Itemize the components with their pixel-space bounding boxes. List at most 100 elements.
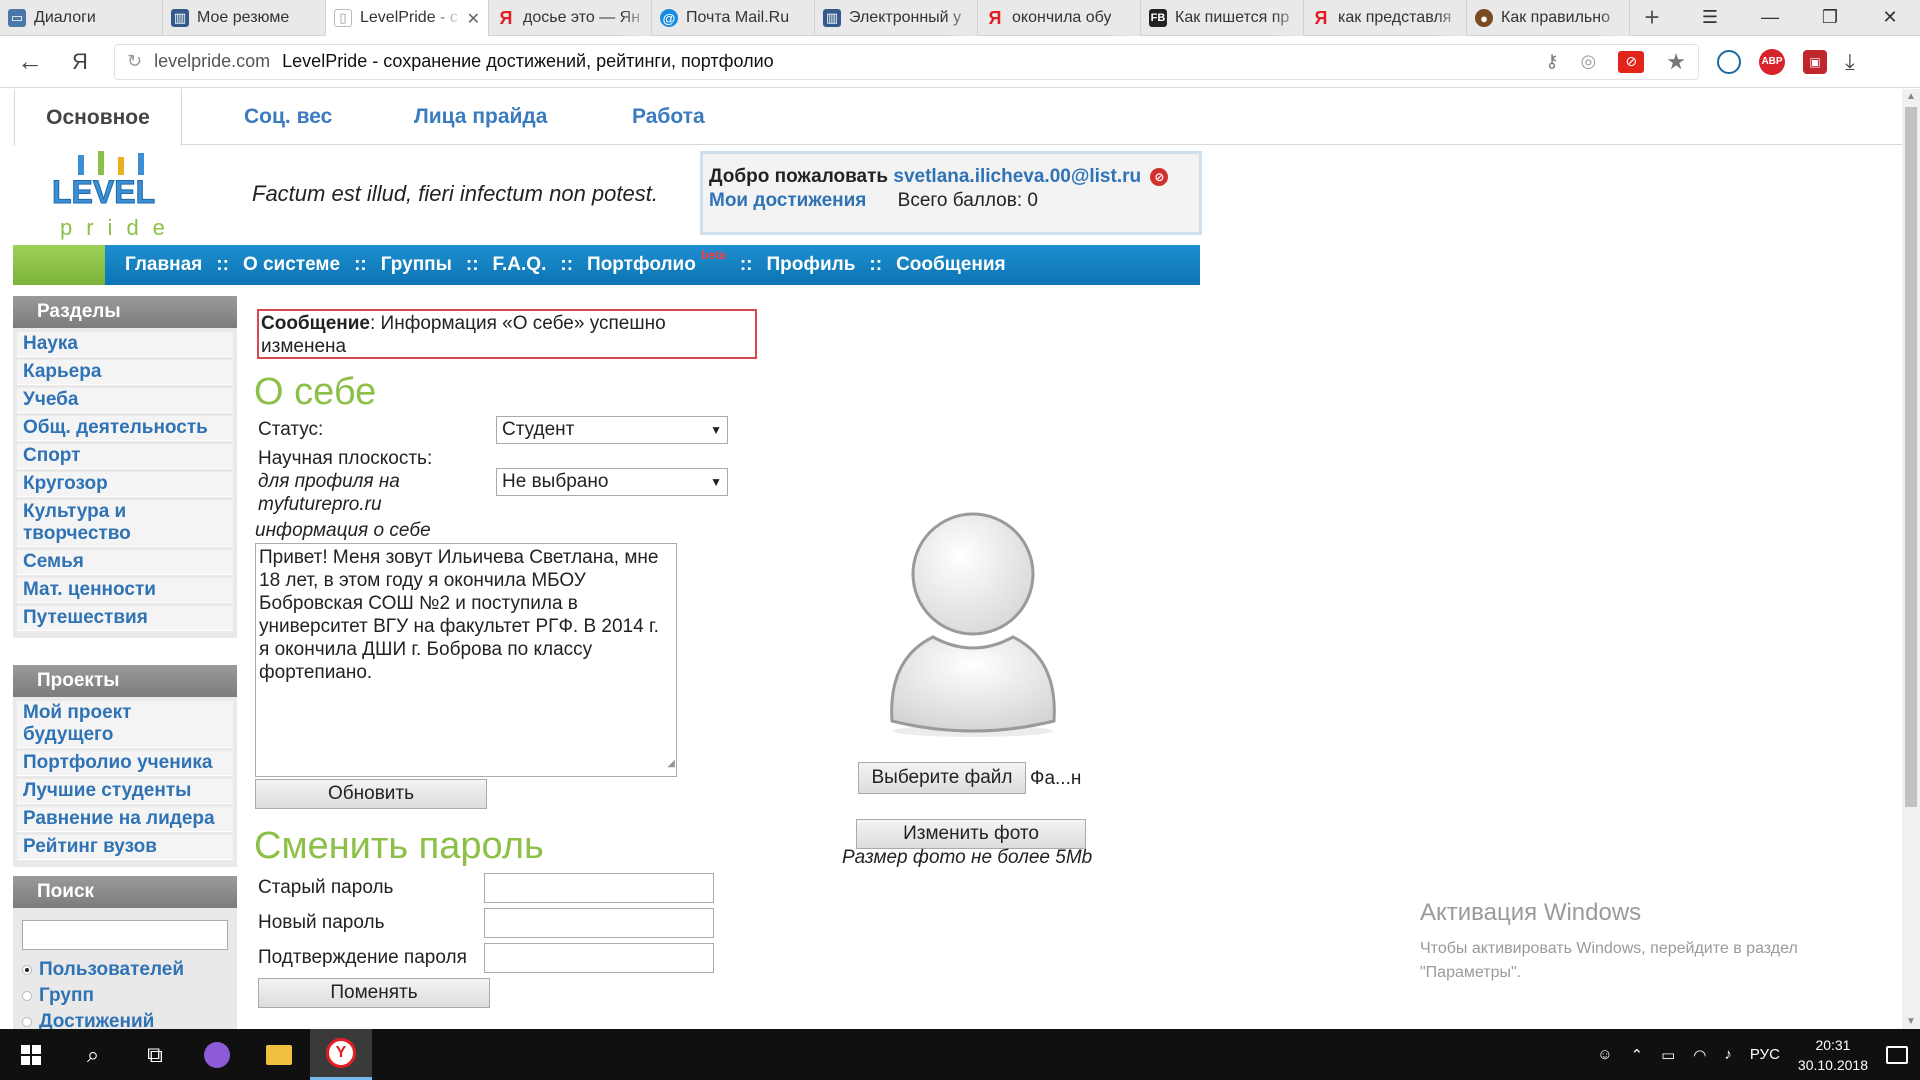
update-button[interactable]: Обновить (255, 779, 487, 809)
field-select[interactable]: Не выбрано ▼ (496, 468, 728, 496)
tab-work[interactable]: Работа (632, 89, 705, 145)
show-hidden-icons-icon[interactable]: ⌃ (1631, 1046, 1644, 1064)
sidebar-item-best-students[interactable]: Лучшие студенты (17, 779, 233, 804)
menu-profile[interactable]: Профиль (766, 254, 855, 276)
radio-icon[interactable] (22, 965, 32, 975)
tab-electronic[interactable]: ▥ Электронный у (815, 0, 978, 36)
reload-icon[interactable]: ↻ (127, 51, 142, 72)
key-icon[interactable]: ⚷ (1545, 51, 1558, 72)
chart-favicon-icon: ▥ (171, 9, 189, 27)
tab-label: Как правильно (1501, 9, 1610, 26)
bookmark-star-icon[interactable]: ★ (1666, 49, 1686, 75)
file-explorer-icon[interactable] (248, 1029, 310, 1080)
user-email-link[interactable]: svetlana.ilicheva.00@list.ru (893, 166, 1141, 187)
scroll-up-icon[interactable]: ▲ (1906, 91, 1916, 102)
notifications-icon[interactable] (1886, 1045, 1908, 1064)
my-achievements-link[interactable]: Мои достижения (709, 190, 866, 211)
yandex-home-button[interactable]: Я (60, 49, 100, 75)
tab-main[interactable]: Основное (14, 89, 182, 146)
new-tab-button[interactable]: + (1630, 0, 1674, 35)
choose-file-button[interactable]: Выберите файл (858, 762, 1026, 794)
task-view-icon[interactable]: ⧉ (124, 1029, 186, 1080)
tab-mail[interactable]: @ Почта Mail.Ru (652, 0, 815, 36)
extension-icon[interactable]: ▣ (1803, 49, 1827, 74)
tab-social-weight[interactable]: Соц. вес (244, 89, 332, 145)
change-password-button[interactable]: Поменять (258, 978, 490, 1008)
sidebar-item-family[interactable]: Семья (17, 550, 233, 575)
menu-home[interactable]: Главная (125, 254, 202, 276)
volume-icon[interactable]: ♪ (1724, 1046, 1732, 1063)
sidebar-item-student-portfolio[interactable]: Портфолио ученика (17, 751, 233, 776)
menu-messages[interactable]: Сообщения (896, 254, 1006, 276)
menu-faq[interactable]: F.A.Q. (493, 254, 547, 276)
new-password-label: Новый пароль (258, 912, 385, 933)
tab-dialogs[interactable]: ▭ Диалоги (0, 0, 163, 36)
scrollbar-thumb[interactable] (1905, 107, 1917, 807)
search-input[interactable] (22, 920, 228, 950)
minimize-icon[interactable]: — (1740, 0, 1800, 35)
sidebar-item-material-values[interactable]: Мат. ценности (17, 578, 233, 603)
confirm-password-input[interactable] (484, 943, 714, 973)
sidebar-item-career[interactable]: Карьера (17, 360, 233, 385)
search-icon[interactable]: ⌕ (62, 1029, 124, 1080)
sidebar-item-outlook[interactable]: Кругозор (17, 472, 233, 497)
globe-icon[interactable]: ◎ (1581, 51, 1597, 72)
sidebar-item-science[interactable]: Наука (17, 332, 233, 357)
new-password-input[interactable] (484, 908, 714, 938)
sidebar-item-social-activity[interactable]: Общ. деятельность (17, 416, 233, 441)
about-textarea[interactable]: Привет! Меня зовут Ильичева Светлана, мн… (255, 543, 677, 777)
menu-about[interactable]: О системе (243, 254, 340, 276)
sidebar-item-study[interactable]: Учеба (17, 388, 233, 413)
adblock-plus-icon[interactable]: ABP (1759, 48, 1785, 75)
clock[interactable]: 20:31 30.10.2018 (1798, 1035, 1868, 1075)
tab-how-written[interactable]: FB Как пишется пр (1141, 0, 1304, 36)
tab-dossier[interactable]: Я досье это — Ян (489, 0, 652, 36)
menu-icon[interactable]: ☰ (1680, 0, 1740, 35)
menu-groups[interactable]: Группы (381, 254, 452, 276)
tab-how-correct[interactable]: ● Как правильно (1467, 0, 1630, 36)
tab-faces-of-pride[interactable]: Лица прайда (414, 89, 547, 145)
sidebar-item-travel[interactable]: Путешествия (17, 606, 233, 631)
download-icon[interactable]: ⤓ (1845, 49, 1855, 75)
battery-icon[interactable]: ▭ (1661, 1046, 1675, 1064)
total-score: Всего баллов: 0 (897, 190, 1038, 211)
sidebar-item-culture[interactable]: Культура и творчество (17, 500, 233, 547)
address-bar: ← Я ↻ levelpride.com LevelPride - сохран… (0, 36, 1920, 88)
change-photo-button[interactable]: Изменить фото (856, 819, 1086, 849)
sidebar-item-leader[interactable]: Равнение на лидера (17, 807, 233, 832)
url-field[interactable]: ↻ levelpride.com LevelPride - сохранение… (114, 43, 1699, 80)
scroll-down-icon[interactable]: ▼ (1906, 1016, 1916, 1027)
old-password-input[interactable] (484, 873, 714, 903)
levelpride-logo[interactable]: LEVEL pride (50, 151, 200, 241)
tab-levelpride[interactable]: ▯ LevelPride - с ✕ (326, 0, 489, 36)
menu-portfolio[interactable]: Портфолио beta (587, 248, 726, 276)
tab-finished[interactable]: Я окончила обу (978, 0, 1141, 36)
people-icon[interactable]: ☺ (1597, 1046, 1612, 1063)
search-option-groups[interactable]: Групп (22, 985, 94, 1007)
page-scrollbar[interactable]: ▲ ▼ (1902, 89, 1920, 1029)
search-option-users[interactable]: Пользователей (22, 959, 184, 981)
tab-resume[interactable]: ▥ Мое резюме (163, 0, 326, 36)
logout-icon[interactable]: ⊘ (1150, 167, 1169, 186)
sidebar-item-university-rating[interactable]: Рейтинг вузов (17, 835, 233, 860)
tab-how-present[interactable]: Я как представля (1304, 0, 1467, 36)
search-option-achievements[interactable]: Достижений (22, 1011, 154, 1029)
cortana-mic-icon[interactable] (186, 1029, 248, 1080)
wifi-icon[interactable]: ◠ (1693, 1046, 1706, 1064)
back-arrow-icon[interactable]: ← (0, 46, 60, 77)
protect-extension-icon[interactable] (1717, 49, 1741, 74)
restore-icon[interactable]: ❐ (1800, 0, 1860, 35)
sidebar-item-sport[interactable]: Спорт (17, 444, 233, 469)
yandex-browser-taskbar-icon[interactable]: Y (310, 1029, 372, 1080)
language-indicator[interactable]: РУС (1750, 1046, 1780, 1063)
status-select[interactable]: Студент ▼ (496, 416, 728, 444)
close-icon[interactable]: ✕ (1860, 0, 1920, 35)
close-tab-icon[interactable]: ✕ (467, 9, 480, 29)
resize-grip-icon[interactable]: ◢ (667, 752, 675, 775)
blocked-popup-icon[interactable]: ⊘ (1618, 50, 1645, 73)
radio-icon[interactable] (22, 991, 32, 1001)
start-button[interactable] (0, 1029, 62, 1080)
sidebar-item-future-project[interactable]: Мой проект будущего (17, 701, 233, 748)
site-top-tabs: Основное Соц. вес Лица прайда Работа (14, 89, 1902, 146)
radio-icon[interactable] (22, 1017, 32, 1027)
